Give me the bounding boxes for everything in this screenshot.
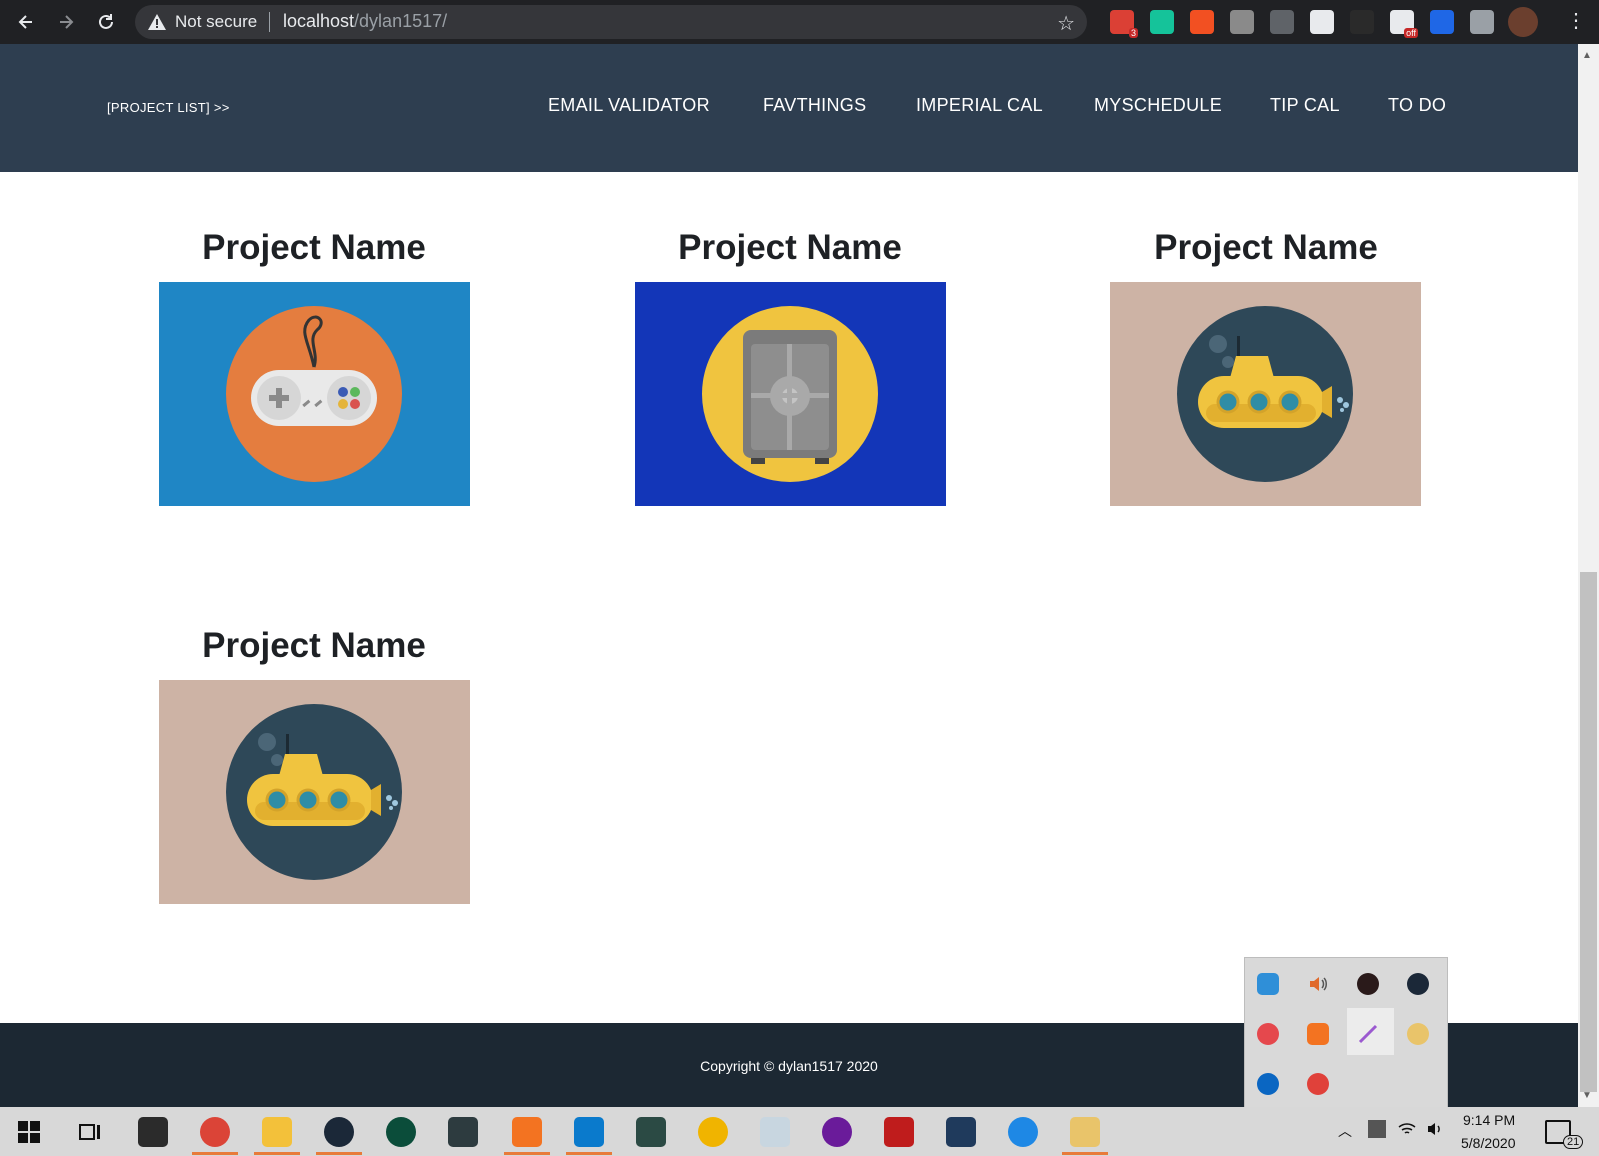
nav-item-favthings[interactable]: FAVTHINGS xyxy=(763,95,866,116)
shield-app-icon[interactable] xyxy=(946,1117,976,1147)
clock-date[interactable]: 5/8/2020 xyxy=(1461,1135,1516,1151)
extension-badge: off xyxy=(1404,28,1418,38)
windows-taskbar: ︿ 9:14 PM 5/8/2020 21 xyxy=(0,1107,1599,1156)
address-bar[interactable]: Not secure localhost/dylan1517/ ☆ xyxy=(135,5,1087,39)
url-host: localhost xyxy=(283,11,355,31)
nav-item-tip-cal[interactable]: TIP CAL xyxy=(1270,95,1340,116)
running-indicator xyxy=(316,1152,362,1155)
scrollbar-thumb[interactable] xyxy=(1580,572,1597,1092)
page-scrollbar[interactable]: ▲ ▼ xyxy=(1578,44,1599,1107)
steam-tray-icon[interactable] xyxy=(1407,973,1429,995)
running-indicator xyxy=(192,1152,238,1155)
launcher-app-icon[interactable] xyxy=(698,1117,728,1147)
xampp-app-icon[interactable] xyxy=(512,1117,542,1147)
notification-count-badge: 21 xyxy=(1563,1135,1584,1149)
wifi-icon[interactable] xyxy=(1398,1120,1416,1138)
refresh-extension-icon[interactable] xyxy=(1230,10,1254,34)
calculator-app-icon[interactable] xyxy=(760,1117,790,1147)
warning-icon xyxy=(148,14,166,30)
running-indicator xyxy=(504,1152,550,1155)
cs-extension-icon[interactable] xyxy=(1470,10,1494,34)
reload-button[interactable] xyxy=(92,8,120,36)
store-app-icon[interactable] xyxy=(138,1117,168,1147)
tray-overflow-panel xyxy=(1244,957,1448,1109)
running-indicator xyxy=(254,1152,300,1155)
browser-app-icon[interactable] xyxy=(1008,1117,1038,1147)
safe-icon xyxy=(635,282,946,506)
project-title: Project Name xyxy=(1154,228,1378,267)
start-button[interactable] xyxy=(18,1121,40,1148)
site-header: [PROJECT LIST] >> EMAIL VALIDATOR FAVTHI… xyxy=(0,44,1578,172)
todoist-extension-icon[interactable]: 3 xyxy=(1110,10,1138,38)
task-view-icon xyxy=(79,1124,100,1140)
record-app-icon[interactable] xyxy=(1357,973,1379,995)
submarine-icon xyxy=(159,680,470,904)
ghostery-extension-icon[interactable] xyxy=(1350,10,1374,34)
browser-menu-icon[interactable]: ⋮ xyxy=(1566,8,1586,33)
nav-item-myschedule[interactable]: MYSCHEDULE xyxy=(1094,95,1222,116)
project-title: Project Name xyxy=(202,626,426,665)
grammarly-extension-icon[interactable] xyxy=(1150,10,1174,34)
url-text[interactable]: localhost/dylan1517/ xyxy=(283,11,447,32)
project-card[interactable] xyxy=(159,282,470,506)
windows-logo-icon xyxy=(18,1121,40,1143)
xampp-tray-icon[interactable] xyxy=(1307,1023,1329,1045)
backup-tray-icon[interactable] xyxy=(1257,1073,1279,1095)
amazon-extension-icon[interactable] xyxy=(1310,10,1334,34)
dropbox-icon[interactable] xyxy=(1368,1120,1386,1138)
filezilla-app-icon[interactable] xyxy=(884,1117,914,1147)
timer-extension-icon[interactable]: off xyxy=(1390,10,1418,38)
feather-tray-icon[interactable] xyxy=(1357,1023,1379,1045)
volume-icon[interactable] xyxy=(1426,1120,1444,1138)
malwarebytes-extension-icon[interactable] xyxy=(1430,10,1454,34)
project-card[interactable] xyxy=(159,680,470,904)
security-label[interactable]: Not secure xyxy=(175,12,257,32)
nav-item-imperial-cal[interactable]: IMPERIAL CAL xyxy=(916,95,1043,116)
steam-app-icon[interactable] xyxy=(324,1117,354,1147)
chrome-app-icon[interactable] xyxy=(200,1117,230,1147)
upwork-app-icon[interactable] xyxy=(386,1117,416,1147)
reload-icon xyxy=(99,14,113,29)
nav-item-email-validator[interactable]: EMAIL VALIDATOR xyxy=(548,95,710,116)
project-card[interactable] xyxy=(635,282,946,506)
back-button[interactable] xyxy=(12,8,40,36)
scroll-up-icon[interactable]: ▲ xyxy=(1582,50,1592,61)
tor-app-icon[interactable] xyxy=(822,1117,852,1147)
extension-badge: 3 xyxy=(1128,28,1138,38)
profile-avatar[interactable] xyxy=(1508,7,1538,37)
running-indicator xyxy=(566,1152,612,1155)
chevron-up-icon[interactable]: ︿ xyxy=(1338,1121,1352,1141)
paint-app-icon[interactable] xyxy=(1070,1117,1100,1147)
submarine-icon xyxy=(1110,282,1421,506)
color-app-tray-icon[interactable] xyxy=(1407,1023,1429,1045)
editor-app-icon[interactable] xyxy=(448,1117,478,1147)
microsoft-extension-icon[interactable] xyxy=(1190,10,1214,34)
antivirus-tray-icon[interactable] xyxy=(1257,1023,1279,1045)
back-arrow-icon xyxy=(18,15,32,29)
gamepad-icon xyxy=(159,282,470,506)
running-indicator xyxy=(1062,1152,1108,1155)
network-app-icon[interactable] xyxy=(1257,973,1279,995)
forward-arrow-icon xyxy=(60,15,74,29)
project-title: Project Name xyxy=(202,228,426,267)
browser-toolbar: Not secure localhost/dylan1517/ ☆ 3 off ⋮ xyxy=(0,0,1599,44)
task-view-button[interactable] xyxy=(78,1120,102,1149)
sync-tray-icon[interactable] xyxy=(1307,1073,1329,1095)
file-explorer-icon[interactable] xyxy=(262,1117,292,1147)
speaker-icon[interactable] xyxy=(1307,973,1329,995)
url-path: /dylan1517/ xyxy=(354,11,448,31)
settings-extension-icon[interactable] xyxy=(1270,10,1294,34)
vscode-app-icon[interactable] xyxy=(574,1117,604,1147)
clock-time[interactable]: 9:14 PM xyxy=(1463,1112,1515,1128)
project-title: Project Name xyxy=(678,228,902,267)
project-card[interactable] xyxy=(1110,282,1421,506)
pycharm-app-icon[interactable] xyxy=(636,1117,666,1147)
nav-item-to-do[interactable]: TO DO xyxy=(1388,95,1446,116)
forward-button[interactable] xyxy=(52,8,80,36)
bookmark-star-icon[interactable]: ☆ xyxy=(1057,11,1075,36)
address-divider xyxy=(269,12,270,32)
project-list-link[interactable]: [PROJECT LIST] >> xyxy=(107,100,230,115)
scroll-down-icon[interactable]: ▼ xyxy=(1582,1090,1592,1101)
